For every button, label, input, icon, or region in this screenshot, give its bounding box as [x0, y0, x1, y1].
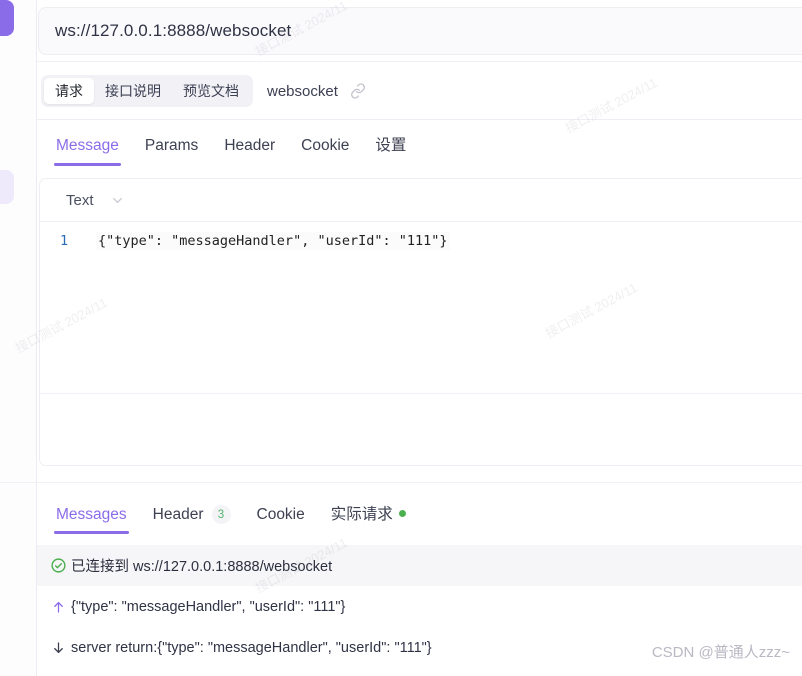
link-icon[interactable]: [350, 83, 366, 99]
message-editor: Text 1 {"type": "messageHandler", "userI…: [39, 178, 802, 466]
header-count-badge: 3: [211, 505, 231, 524]
tab-header[interactable]: Header: [211, 137, 288, 166]
request-mode-segmented[interactable]: 请求 接口说明 预览文档: [41, 75, 253, 107]
tab-response-header-label: Header: [152, 505, 204, 523]
status-dot-icon: [398, 509, 406, 517]
tab-message[interactable]: Message: [43, 137, 132, 166]
seg-item-preview-doc[interactable]: 预览文档: [172, 78, 250, 104]
list-item-text: 已连接到 ws://127.0.0.1:8888/websocket: [71, 559, 333, 575]
seg-item-api-doc[interactable]: 接口说明: [94, 78, 172, 104]
url-input[interactable]: ws://127.0.0.1:8888/websocket: [38, 7, 802, 55]
editor-text-area[interactable]: 1 {"type": "messageHandler", "userId": "…: [40, 222, 802, 393]
list-item-text: server return:{"type": "messageHandler",…: [71, 639, 432, 656]
protocol-label: websocket: [267, 82, 338, 100]
url-input-value: ws://127.0.0.1:8888/websocket: [55, 21, 292, 40]
tab-cookie[interactable]: Cookie: [288, 137, 362, 166]
request-mode-row: 请求 接口说明 预览文档 websocket: [37, 63, 802, 120]
seg-item-request[interactable]: 请求: [44, 78, 94, 104]
request-panel: ws://127.0.0.1:8888/websocket 请求 接口说明 预览…: [0, 0, 802, 676]
rail-tab-inactive[interactable]: [0, 170, 14, 204]
rail-tab-active[interactable]: [0, 0, 14, 36]
check-circle-icon: [45, 557, 71, 574]
csdn-watermark: CSDN @普通人zzz~: [651, 644, 790, 661]
arrow-up-icon: [45, 599, 71, 615]
chevron-down-icon[interactable]: [110, 193, 125, 208]
tab-actual-request[interactable]: 实际请求: [318, 502, 419, 534]
arrow-down-icon: [45, 640, 71, 656]
line-number: 1: [60, 233, 69, 249]
left-rail: [0, 0, 37, 676]
section-divider: [0, 482, 802, 483]
tab-params[interactable]: Params: [132, 137, 211, 166]
tab-response-cookie[interactable]: Cookie: [244, 506, 318, 534]
list-item[interactable]: 已连接到 ws://127.0.0.1:8888/websocket: [37, 545, 802, 586]
tab-settings[interactable]: 设置: [362, 133, 419, 166]
tab-messages[interactable]: Messages: [43, 506, 140, 534]
tab-response-cookie-label: Cookie: [256, 506, 305, 523]
editor-code-line: {"type": "messageHandler", "userId": "11…: [96, 232, 450, 250]
editor-format-row: Text: [40, 179, 802, 222]
url-bar-section: ws://127.0.0.1:8888/websocket: [37, 0, 802, 62]
editor-footer: [40, 393, 802, 465]
response-tabs: Messages Header 3 Cookie 实际请求: [37, 490, 802, 534]
request-tabs: Message Params Header Cookie 设置: [37, 120, 802, 166]
tab-response-header[interactable]: Header 3: [140, 505, 244, 534]
list-item-text: {"type": "messageHandler", "userId": "11…: [71, 598, 346, 615]
app-window: ws://127.0.0.1:8888/websocket 请求 接口说明 预览…: [0, 0, 802, 676]
editor-format-label: Text: [66, 191, 94, 209]
tab-actual-request-label: 实际请求: [330, 506, 393, 523]
tab-messages-label: Messages: [56, 506, 127, 523]
list-item[interactable]: {"type": "messageHandler", "userId": "11…: [37, 586, 802, 627]
